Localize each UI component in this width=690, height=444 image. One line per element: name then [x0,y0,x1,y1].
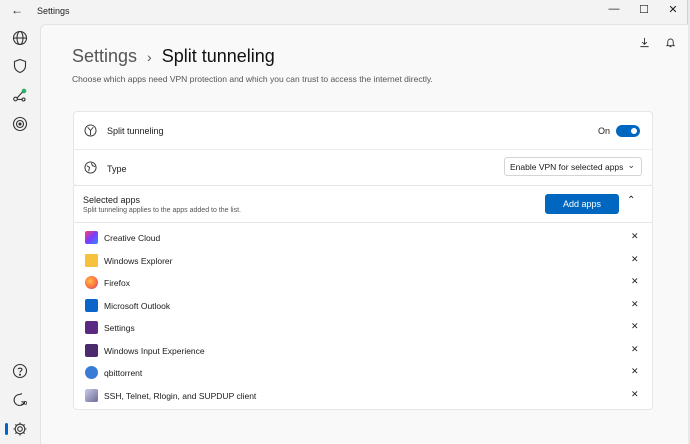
notification-bell-icon[interactable] [660,33,680,51]
split-icon [83,123,97,137]
page-title: Split tunneling [161,46,275,66]
settings-window: ← Settings — ☐ ✕ 30 Settings › Split tun… [0,0,688,444]
app-name: Windows Explorer [104,256,173,266]
help-icon[interactable] [10,361,30,381]
timer-badge: 30 [21,401,28,407]
split-tunneling-row: Split tunneling On [74,112,652,150]
list-item-windows-explorer: Windows Explorer ✕ [74,250,654,272]
chevron-down-icon: ⌄ [627,160,635,170]
folder-icon [85,254,98,267]
qbittorrent-icon [85,366,98,379]
type-row: Type Enable VPN for selected apps ⌄ [74,149,652,186]
creative-cloud-icon [85,231,98,244]
breadcrumb: Settings › Split tunneling [72,46,275,67]
page-description: Choose which apps need VPN protection an… [72,74,433,84]
app-name: SSH, Telnet, Rlogin, and SUPDUP client [104,391,257,401]
shield-icon[interactable] [10,56,30,76]
app-name: qbittorrent [104,368,143,378]
remove-app-button[interactable]: ✕ [631,254,639,265]
remove-app-button[interactable]: ✕ [631,299,639,310]
outlook-icon [85,299,98,312]
type-select-value: Enable VPN for selected apps [510,162,624,172]
list-item-firefox: Firefox ✕ [74,272,654,294]
app-name: Microsoft Outlook [104,301,171,311]
window-title: Settings [37,6,70,16]
split-tunneling-state: On [597,126,610,136]
remove-app-button[interactable]: ✕ [631,366,639,377]
main-content: Settings › Split tunneling Choose which ap… [40,24,688,444]
input-experience-icon [85,344,98,357]
firefox-icon [85,276,98,289]
app-name: Settings [104,323,135,333]
close-button[interactable]: ✕ [663,3,683,16]
breadcrumb-settings[interactable]: Settings [72,46,137,66]
selected-apps-title: Selected apps [83,195,141,205]
app-name: Creative Cloud [104,233,161,243]
type-icon [83,160,97,174]
putty-icon [85,389,98,402]
selected-apps-header: Selected apps Split tunneling applies to… [73,185,653,223]
app-name: Windows Input Experience [104,346,205,356]
list-item-windows-input-experience: Windows Input Experience ✕ [74,340,654,362]
gear-icon[interactable] [5,419,30,439]
list-item-settings: Settings ✕ [74,317,654,339]
timer-icon[interactable]: 30 [10,390,30,410]
remove-app-button[interactable]: ✕ [631,321,639,332]
type-label: Type [107,164,127,174]
top-actions [634,33,680,51]
breadcrumb-separator: › [147,49,152,65]
remove-app-button[interactable]: ✕ [631,276,639,287]
remove-app-button[interactable]: ✕ [631,231,639,242]
list-item-ssh-client: SSH, Telnet, Rlogin, and SUPDUP client ✕ [74,385,654,407]
app-name: Firefox [104,278,130,288]
list-item-microsoft-outlook: Microsoft Outlook ✕ [74,295,654,317]
add-apps-button[interactable]: Add apps [545,194,619,214]
globe-icon[interactable] [10,28,30,48]
back-button[interactable]: ← [11,3,23,17]
target-icon[interactable] [10,114,30,134]
meshnet-icon[interactable] [10,85,30,105]
list-item-creative-cloud: Creative Cloud ✕ [74,227,654,249]
settings-app-icon [85,321,98,334]
split-tunneling-card: Split tunneling On Type Enable VPN for s… [73,111,653,186]
app-list: Creative Cloud ✕ Windows Explorer ✕ Fire… [73,222,653,410]
split-tunneling-label: Split tunneling [107,126,164,136]
remove-app-button[interactable]: ✕ [631,389,639,400]
maximize-button[interactable]: ☐ [634,3,654,16]
download-icon[interactable] [634,33,654,51]
collapse-chevron-icon[interactable]: ⌃ [627,195,635,206]
selected-apps-subtitle: Split tunneling applies to the apps adde… [83,207,241,214]
minimize-button[interactable]: — [604,3,624,15]
title-bar: ← Settings — ☐ ✕ [0,0,688,24]
list-item-qbittorrent: qbittorrent ✕ [74,362,654,384]
sidebar: 30 [0,24,40,444]
type-select[interactable]: Enable VPN for selected apps ⌄ [504,157,642,176]
remove-app-button[interactable]: ✕ [631,344,639,355]
split-tunneling-toggle[interactable] [616,125,640,137]
